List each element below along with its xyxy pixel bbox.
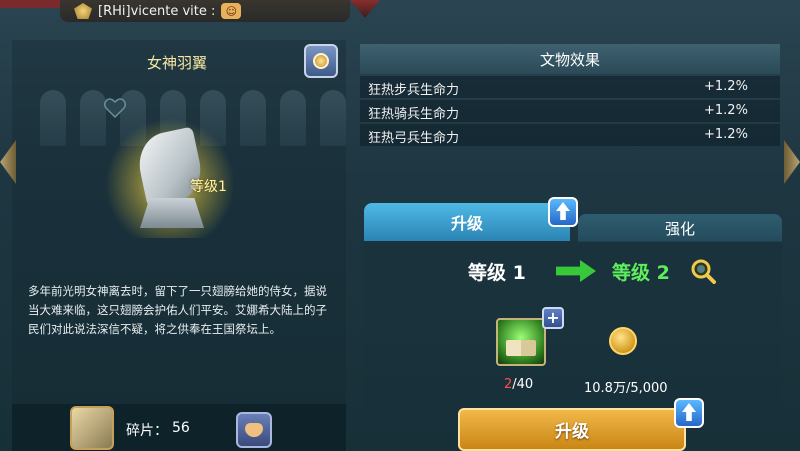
- effect-row: 狂热步兵生命力 +1.2%: [360, 76, 780, 98]
- offer-button[interactable]: [236, 412, 272, 448]
- heart-icon[interactable]: [104, 98, 126, 118]
- artifact-level: 等级1: [190, 179, 227, 195]
- artifact-panel: [12, 40, 346, 451]
- effects-title: 文物效果: [360, 44, 780, 74]
- tab-enhance[interactable]: 强化: [578, 214, 782, 242]
- fragments-value: 56: [172, 420, 190, 436]
- artifact-description: 多年前光明女神离去时，留下了一只翅膀给她的侍女，据说当大难来临，这只翅膀会护佑人…: [28, 284, 327, 336]
- emoji-icon: ☺: [221, 3, 242, 19]
- fragment-icon: [70, 406, 114, 450]
- tome-icon[interactable]: [496, 318, 546, 366]
- add-material-button[interactable]: +: [542, 307, 564, 329]
- chat-sender: [RHi]vicente vite :: [98, 3, 216, 19]
- effect-row: 狂热弓兵生命力 +1.2%: [360, 124, 780, 146]
- effect-name: 狂热步兵生命力: [368, 83, 460, 98]
- offer-hand-icon: [245, 423, 263, 437]
- up-arrow-icon: [674, 398, 704, 428]
- effect-value: +1.2%: [704, 103, 748, 118]
- guild-badge-icon: [74, 3, 92, 19]
- effect-name: 狂热骑兵生命力: [368, 107, 460, 122]
- fragments-label: 碎片：: [126, 423, 168, 439]
- medal-button[interactable]: [304, 44, 338, 78]
- current-level: 等级 1: [468, 262, 526, 284]
- tome-count: 2/40: [504, 377, 533, 392]
- effect-row: 狂热骑兵生命力 +1.2%: [360, 100, 780, 122]
- up-arrow-icon: [548, 197, 578, 227]
- statue-pedestal: [140, 198, 204, 228]
- chat-bar[interactable]: [RHi]vicente vite : ☺: [60, 0, 350, 22]
- tab-upgrade[interactable]: 升级: [364, 203, 570, 241]
- medal-icon: [313, 53, 329, 69]
- effect-name: 狂热弓兵生命力: [368, 131, 460, 146]
- tome-need: /40: [512, 377, 534, 392]
- next-level: 等级 2: [612, 262, 670, 284]
- effect-value: +1.2%: [704, 127, 748, 142]
- artifact-title: 女神羽翼: [146, 53, 207, 72]
- effect-value: +1.2%: [704, 79, 748, 94]
- gold-coin-icon: [609, 327, 637, 355]
- upgrade-button[interactable]: 升级: [458, 408, 686, 451]
- gold-count: 10.8万/5,000: [584, 381, 668, 396]
- magnify-icon[interactable]: [690, 258, 716, 284]
- top-banner-edge: [0, 0, 60, 8]
